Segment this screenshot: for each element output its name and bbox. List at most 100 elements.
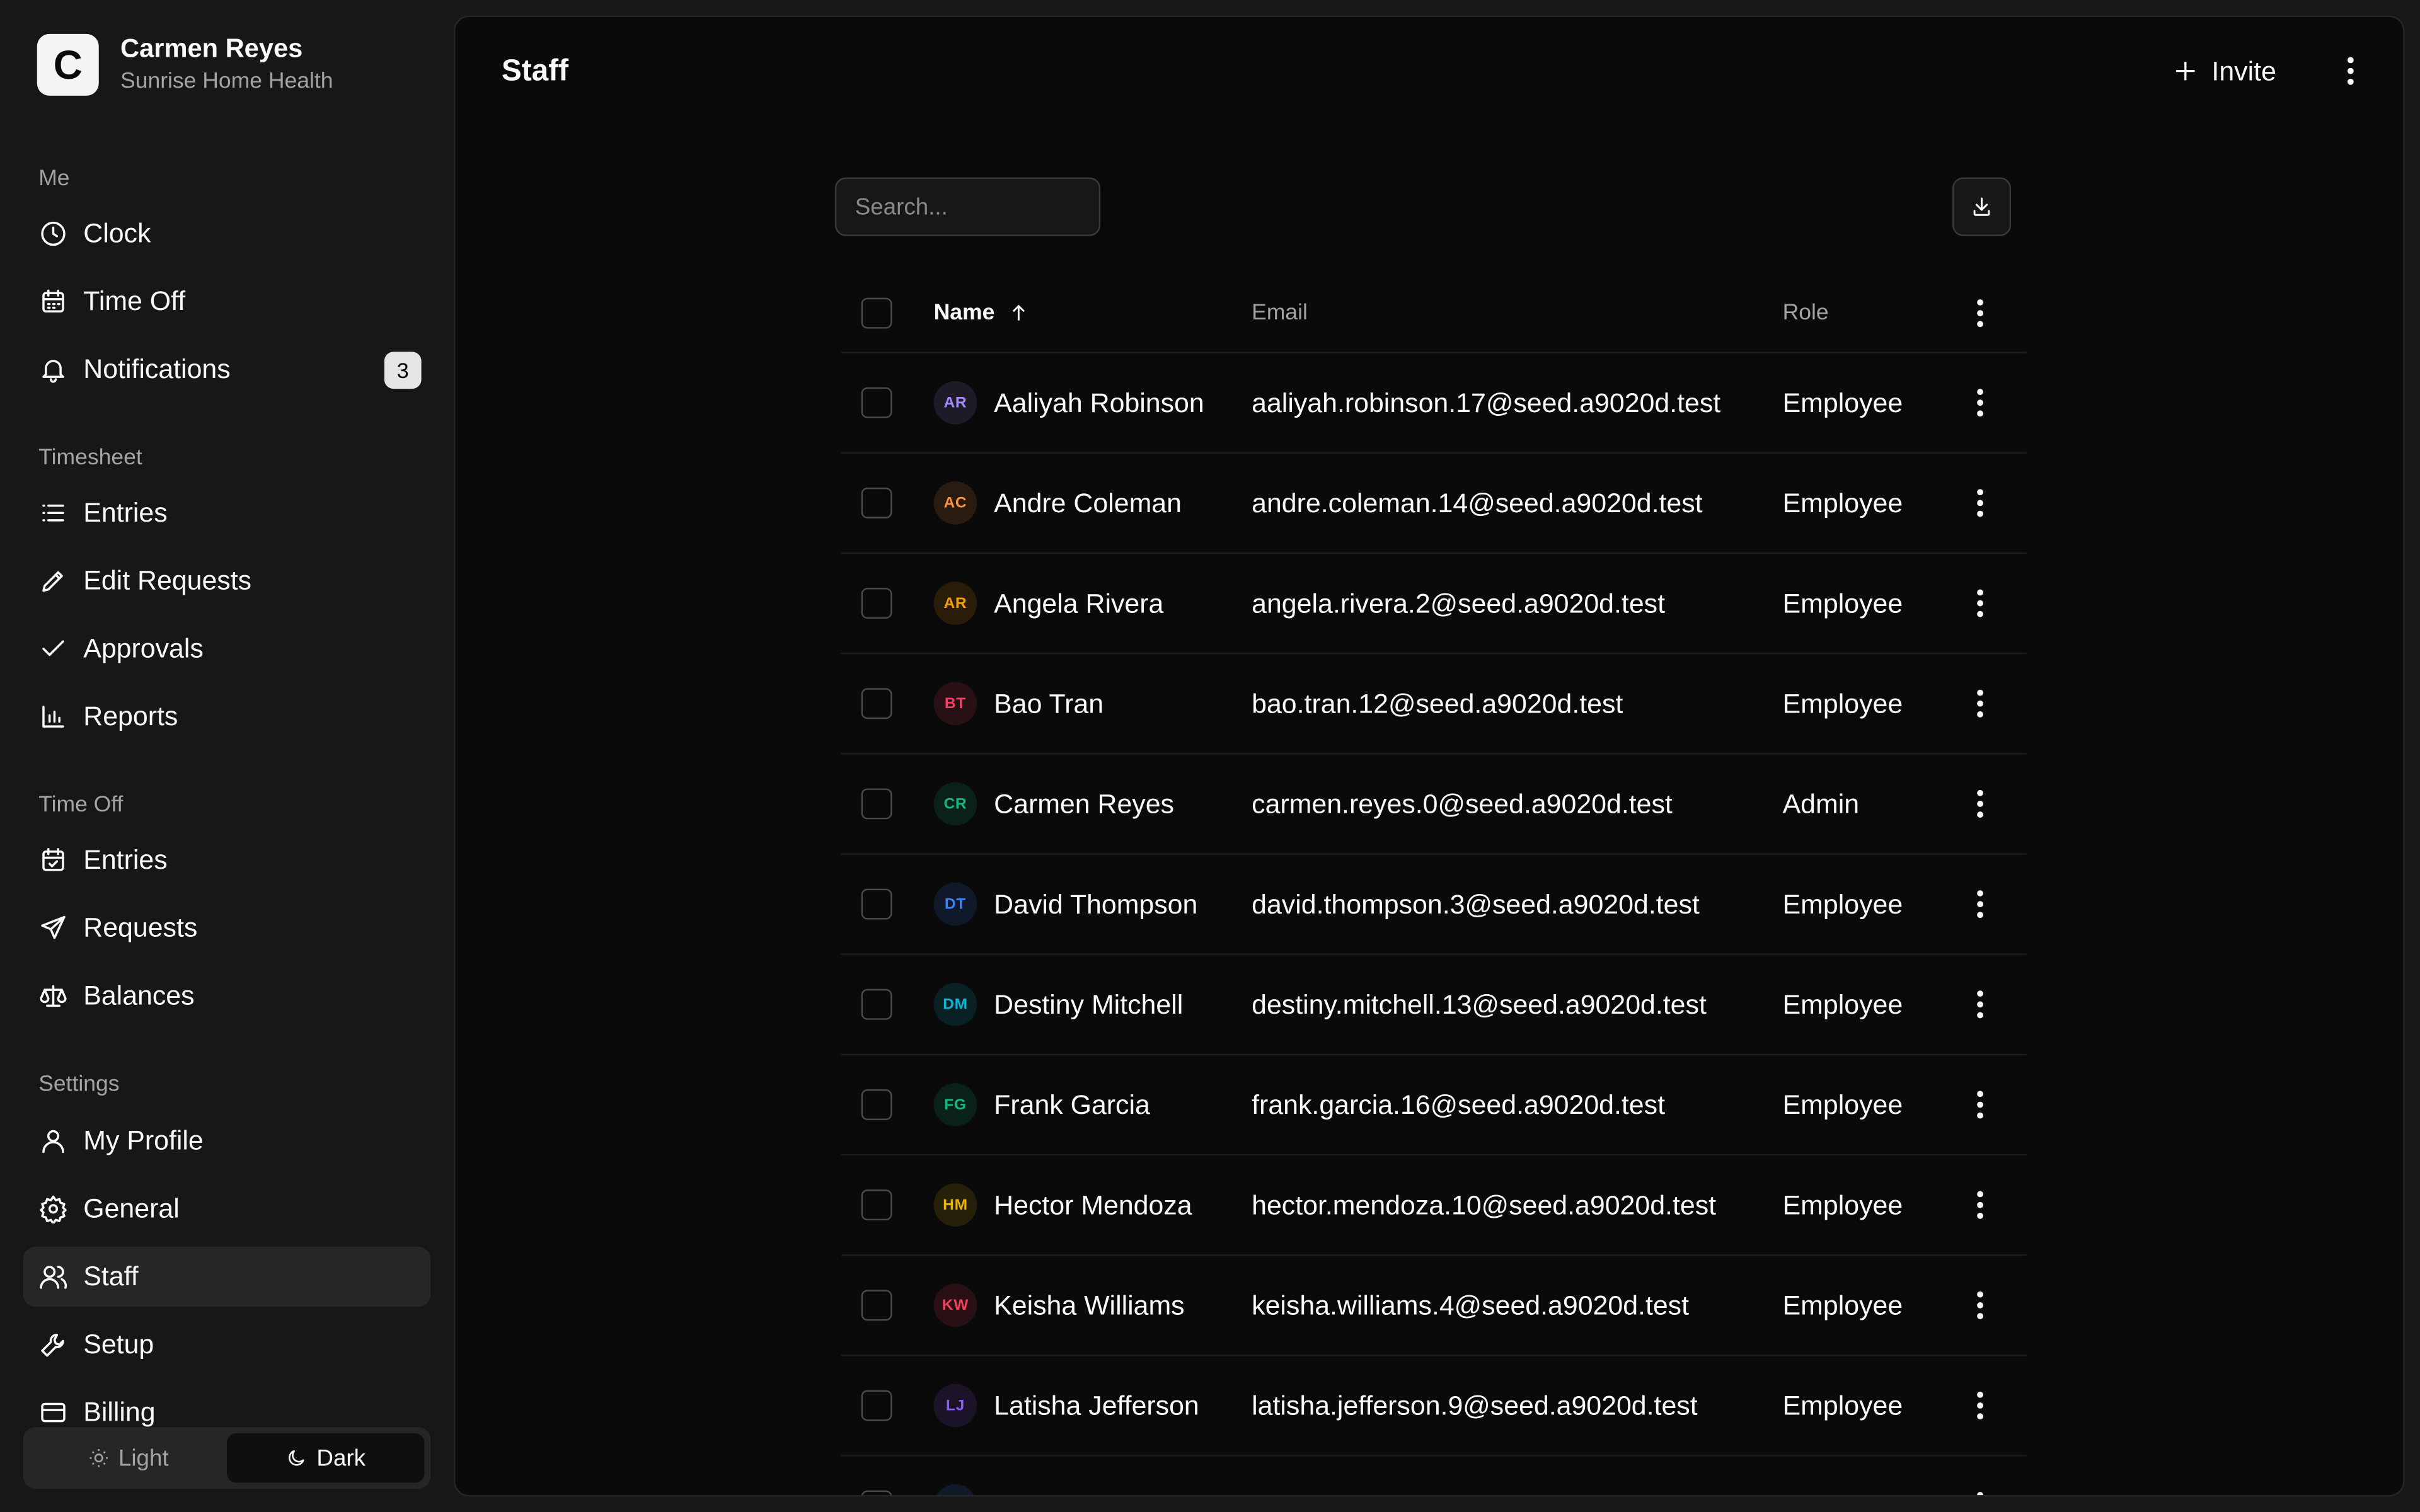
staff-email: angela.rivera.2@seed.a9020d.test xyxy=(1252,588,1666,619)
row-options-icon[interactable] xyxy=(1965,1390,1996,1421)
staff-role: Employee xyxy=(1782,1089,1903,1120)
staff-role: Employee xyxy=(1782,1189,1903,1221)
row-checkbox[interactable] xyxy=(861,1089,892,1120)
send-icon xyxy=(41,915,66,939)
credit-card-icon xyxy=(41,1402,66,1423)
table-row[interactable]: FG Frank Garcia frank.garcia.16@seed.a9020… xyxy=(841,1055,2027,1156)
table-row[interactable]: MR Marcus Brown marcus.brown.7@seed.a9020d… xyxy=(841,1457,2027,1496)
staff-email: carmen.reyes.0@seed.a9020d.test xyxy=(1252,788,1673,820)
row-checkbox[interactable] xyxy=(861,387,892,418)
sidebar-item-approvals[interactable]: Approvals xyxy=(23,619,431,679)
staff-name: Keisha Williams xyxy=(994,1290,1185,1321)
section-label-timesheet: Timesheet xyxy=(38,445,142,471)
org-logo: C xyxy=(37,33,99,96)
sidebar-item-general[interactable]: General xyxy=(23,1179,431,1239)
sidebar-item-notifications[interactable]: Notifications 3 xyxy=(23,340,431,400)
staff-role: Admin xyxy=(1782,788,1860,820)
sidebar-item-balances[interactable]: Balances xyxy=(23,966,431,1026)
staff-name: Latisha Jefferson xyxy=(994,1390,1199,1421)
row-options-icon[interactable] xyxy=(1965,588,1996,619)
row-checkbox[interactable] xyxy=(861,788,892,820)
sidebar-item-setup[interactable]: Setup xyxy=(23,1315,431,1375)
row-checkbox[interactable] xyxy=(861,1390,892,1421)
column-header-role[interactable]: Role xyxy=(1783,298,1829,329)
table-row[interactable]: BT Bao Tran bao.tran.12@seed.a9020d.test Em… xyxy=(841,654,2027,755)
more-options-icon[interactable] xyxy=(2332,51,2369,91)
search-input[interactable] xyxy=(834,177,1101,236)
org-switcher[interactable]: C Carmen Reyes Sunrise Home Health xyxy=(37,32,333,97)
row-options-icon[interactable] xyxy=(1965,989,1996,1020)
sidebar-item-reports[interactable]: Reports xyxy=(23,687,431,747)
sidebar-item-clock[interactable]: Clock xyxy=(23,203,431,264)
table-row[interactable]: HM Hector Mendoza hector.mendoza.10@seed.a… xyxy=(841,1155,2027,1256)
staff-role: Employee xyxy=(1782,888,1903,920)
table-row[interactable]: DT David Thompson david.thompson.3@seed.a9… xyxy=(841,855,2027,955)
sidebar-item-label: Reports xyxy=(83,700,178,731)
select-all-checkbox[interactable] xyxy=(861,297,892,329)
theme-light-button[interactable]: Light xyxy=(30,1433,227,1482)
staff-email: marcus.brown.7@seed.a9020d.test xyxy=(1252,1489,1678,1495)
sidebar-item-label: Entries xyxy=(83,844,168,875)
row-options-icon[interactable] xyxy=(1965,1189,1996,1220)
row-checkbox[interactable] xyxy=(861,1490,892,1496)
sidebar-item-time-off-entries[interactable]: Entries xyxy=(23,830,431,891)
sidebar-item-label: Billing xyxy=(83,1396,156,1428)
avatar: KW xyxy=(933,1283,977,1327)
avatar: CR xyxy=(933,782,977,826)
column-options-icon[interactable] xyxy=(1965,298,1996,329)
page-title: Staff xyxy=(501,54,569,88)
row-options-icon[interactable] xyxy=(1965,788,1996,819)
row-checkbox[interactable] xyxy=(861,988,892,1020)
table-row[interactable]: DM Destiny Mitchell destiny.mitchell.13@se… xyxy=(841,955,2027,1056)
staff-name: Aaliyah Robinson xyxy=(994,387,1204,418)
avatar: BT xyxy=(933,682,977,726)
staff-email: latisha.jefferson.9@seed.a9020d.test xyxy=(1252,1390,1698,1421)
staff-role: Employee xyxy=(1783,1489,1903,1495)
row-options-icon[interactable] xyxy=(1965,889,1996,920)
staff-name: Bao Tran xyxy=(994,688,1104,719)
download-button[interactable] xyxy=(1952,177,2012,236)
row-options-icon[interactable] xyxy=(1965,387,1996,418)
table-row[interactable]: AR Angela Rivera angela.rivera.2@seed.a902… xyxy=(841,554,2027,655)
calendar-check-icon xyxy=(42,848,64,871)
sidebar-item-staff[interactable]: Staff xyxy=(23,1246,431,1307)
invite-button[interactable]: Invite xyxy=(2172,48,2276,94)
row-options-icon[interactable] xyxy=(1965,1089,1996,1120)
theme-dark-button[interactable]: Dark xyxy=(227,1433,425,1483)
sort-ascending-icon xyxy=(1011,304,1024,321)
row-options-icon[interactable] xyxy=(1965,1491,1996,1496)
wrench-icon xyxy=(41,1334,64,1357)
section-label-me: Me xyxy=(38,166,70,192)
table-row[interactable]: AR Aaliyah Robinson aaliyah.robinson.17@se… xyxy=(841,353,2027,454)
staff-email: hector.mendoza.10@seed.a9020d.test xyxy=(1252,1189,1717,1221)
sidebar-item-my-profile[interactable]: My Profile xyxy=(23,1111,431,1171)
row-checkbox[interactable] xyxy=(861,487,892,518)
sidebar-item-edit-requests[interactable]: Edit Requests xyxy=(23,551,431,611)
column-header-name[interactable]: Name xyxy=(934,298,1029,329)
row-checkbox[interactable] xyxy=(861,1189,892,1221)
calendar-icon xyxy=(42,289,64,313)
row-checkbox[interactable] xyxy=(861,888,892,920)
staff-email: andre.coleman.14@seed.a9020d.test xyxy=(1252,487,1703,518)
row-checkbox[interactable] xyxy=(861,1290,892,1321)
sidebar-item-label: Entries xyxy=(83,496,168,528)
sidebar-item-requests[interactable]: Requests xyxy=(23,898,431,958)
row-checkbox[interactable] xyxy=(861,588,892,619)
table-row[interactable]: LJ Latisha Jefferson latisha.jefferson.9@s… xyxy=(841,1356,2027,1457)
row-checkbox[interactable] xyxy=(861,688,892,719)
row-options-icon[interactable] xyxy=(1965,688,1996,719)
pencil-icon xyxy=(42,571,63,592)
row-options-icon[interactable] xyxy=(1965,488,1996,518)
table-row[interactable]: CR Carmen Reyes carmen.reyes.0@seed.a9020d… xyxy=(841,755,2027,855)
column-header-email[interactable]: Email xyxy=(1252,298,1308,329)
org-subtitle: Sunrise Home Health xyxy=(120,69,333,94)
table-row[interactable]: AC Andre Coleman andre.coleman.14@seed.a90… xyxy=(841,454,2027,554)
sidebar-item-timesheet-entries[interactable]: Entries xyxy=(23,483,431,544)
sidebar-item-time-off[interactable]: Time Off xyxy=(23,272,431,332)
row-options-icon[interactable] xyxy=(1965,1290,1996,1320)
staff-role: Employee xyxy=(1782,988,1903,1020)
plus-icon xyxy=(2176,61,2195,81)
staff-email: destiny.mitchell.13@seed.a9020d.test xyxy=(1252,988,1707,1020)
sidebar-item-label: Time Off xyxy=(83,285,186,317)
table-row[interactable]: KW Keisha Williams keisha.williams.4@seed.… xyxy=(841,1256,2027,1356)
